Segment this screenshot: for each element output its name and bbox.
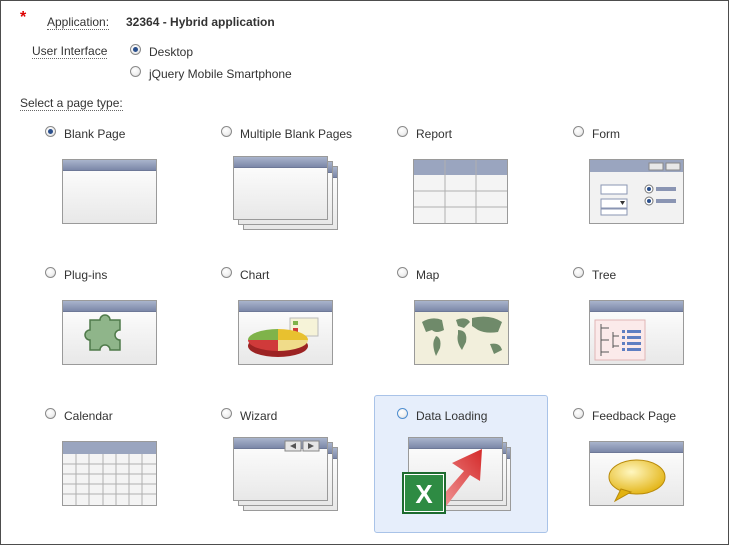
feedback-page-icon[interactable] [589,441,685,507]
form-icon[interactable] [589,159,685,225]
page-type-feedback-radio[interactable] [573,408,584,419]
page-type-label: Select a page type: [20,96,123,111]
page-type-form-radio[interactable] [573,126,584,137]
page-type-blank-radio[interactable] [45,126,56,137]
svg-text:X: X [415,479,433,509]
page-type-calendar-radio[interactable] [45,408,56,419]
page-type-map-label[interactable]: Map [416,268,439,282]
calendar-icon[interactable] [62,441,158,507]
page-type-tree-radio[interactable] [573,267,584,278]
wizard-icon[interactable] [233,437,339,513]
report-icon[interactable] [413,159,509,225]
page-type-calendar-label[interactable]: Calendar [64,409,113,423]
ui-jquery-mobile-label[interactable]: jQuery Mobile Smartphone [149,67,292,81]
page-type-form-label[interactable]: Form [592,127,620,141]
page-type-data-loading-radio[interactable] [397,408,408,419]
plugins-icon[interactable] [62,300,158,366]
page-type-feedback-label[interactable]: Feedback Page [592,409,676,423]
page-type-chart-radio[interactable] [221,267,232,278]
map-icon[interactable] [414,300,510,366]
page-type-multiple-label[interactable]: Multiple Blank Pages [240,127,352,141]
application-label: Application: [47,15,110,30]
ui-jquery-mobile-radio[interactable] [130,66,141,77]
page-type-plugins-label[interactable]: Plug-ins [64,268,107,282]
page-type-report-radio[interactable] [397,126,408,137]
multiple-blank-pages-icon[interactable] [233,156,339,232]
page-type-wizard-label[interactable]: Wizard [240,409,277,423]
page-type-report-label[interactable]: Report [416,127,452,141]
page-type-plugins-radio[interactable] [45,267,56,278]
required-icon: * [20,9,27,26]
page-type-blank-label[interactable]: Blank Page [64,127,125,141]
user-interface-label: User Interface [32,44,108,59]
page-type-tree-label[interactable]: Tree [592,268,616,282]
ui-desktop-radio[interactable] [130,44,141,55]
blank-page-icon[interactable] [62,159,158,225]
page-type-wizard-radio[interactable] [221,408,232,419]
page-type-chart-label[interactable]: Chart [240,268,269,282]
page-type-multiple-radio[interactable] [221,126,232,137]
page-type-data-loading-label[interactable]: Data Loading [416,409,487,423]
application-value: 32364 - Hybrid application [126,15,275,29]
data-loading-icon[interactable]: X [402,437,514,517]
chart-icon[interactable] [238,300,334,366]
ui-desktop-label[interactable]: Desktop [149,45,193,59]
page-type-map-radio[interactable] [397,267,408,278]
tree-icon[interactable] [589,300,685,366]
